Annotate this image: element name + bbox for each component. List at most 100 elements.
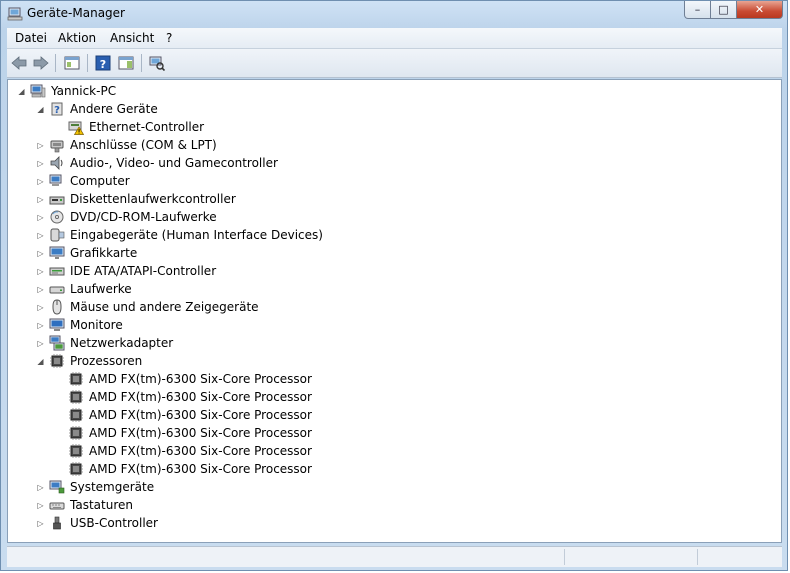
processor-icon <box>69 390 83 404</box>
forward-button[interactable] <box>32 54 50 72</box>
tree-item-label: AMD FX(tm)-6300 Six-Core Processor <box>89 390 312 404</box>
network-adapter-icon <box>49 335 65 351</box>
tree-device[interactable]: AMD FX(tm)-6300 Six-Core Processor <box>8 388 778 406</box>
tree-category[interactable]: ▷ USB-Controller <box>8 514 778 532</box>
tree-category[interactable]: ▷ Tastaturen <box>8 496 778 514</box>
back-button[interactable] <box>10 54 28 72</box>
tree-category[interactable]: ▷ Audio-, Video- und Gamecontroller <box>8 154 778 172</box>
back-arrow-icon <box>11 56 27 70</box>
tree-category[interactable]: ▷ DVD/CD-ROM-Laufwerke <box>8 208 778 226</box>
dvd-drive-icon <box>50 210 64 224</box>
svg-text:?: ? <box>54 105 60 116</box>
close-button[interactable]: ✕ <box>736 1 783 19</box>
expand-arrow-icon[interactable]: ▷ <box>36 231 45 240</box>
show-hide-console-tree-icon <box>64 56 80 70</box>
help-icon: ? <box>95 55 111 71</box>
device-tree[interactable]: ◢ Yannick-PC ◢? Andere Geräte Ethernet-Contr… <box>7 79 782 543</box>
maximize-button[interactable]: □ <box>710 1 737 19</box>
console-tree-button[interactable] <box>63 54 81 72</box>
tree-device[interactable]: AMD FX(tm)-6300 Six-Core Processor <box>8 442 778 460</box>
expand-arrow-icon[interactable]: ▷ <box>36 483 45 492</box>
unknown-device-icon: ? <box>51 102 63 116</box>
tree-item-label: Andere Geräte <box>70 102 158 116</box>
expand-arrow-icon[interactable]: ▷ <box>36 195 45 204</box>
processor-icon <box>69 426 83 440</box>
speaker-icon <box>50 156 63 170</box>
properties-button[interactable] <box>117 54 135 72</box>
tree-category[interactable]: ▷ Computer <box>8 172 778 190</box>
tree-category[interactable]: ▷ Laufwerke <box>8 280 778 298</box>
expand-arrow-icon[interactable]: ▷ <box>36 159 45 168</box>
tree-device[interactable]: AMD FX(tm)-6300 Six-Core Processor <box>8 460 778 478</box>
tree-category[interactable]: ▷ Netzwerkadapter <box>8 334 778 352</box>
disk-drive-icon <box>49 286 65 294</box>
tree-root-computer[interactable]: ◢ Yannick-PC <box>8 82 778 100</box>
menu-bar: Datei Aktion Ansicht ? <box>7 28 782 49</box>
ide-controller-icon <box>49 267 65 276</box>
tree-category[interactable]: ▷ Grafikkarte <box>8 244 778 262</box>
minimize-button[interactable]: – <box>684 1 711 19</box>
expand-arrow-icon[interactable]: ▷ <box>36 519 45 528</box>
tree-category[interactable]: ▷ IDE ATA/ATAPI-Controller <box>8 262 778 280</box>
menu-aktion[interactable]: Aktion <box>58 31 96 45</box>
warning-icon <box>68 121 84 135</box>
floppy-controller-icon <box>49 196 65 205</box>
minimize-icon: – <box>694 3 701 16</box>
tree-category[interactable]: ▷ Anschlüsse (COM & LPT) <box>8 136 778 154</box>
expand-arrow-icon[interactable]: ▷ <box>36 141 45 150</box>
expand-arrow-icon[interactable]: ▷ <box>36 339 45 348</box>
device-manager-app-icon <box>7 7 23 21</box>
expand-arrow-icon[interactable]: ▷ <box>36 501 45 510</box>
tree-device[interactable]: AMD FX(tm)-6300 Six-Core Processor <box>8 370 778 388</box>
tree-item-label: AMD FX(tm)-6300 Six-Core Processor <box>89 444 312 458</box>
scan-hardware-icon <box>149 56 165 71</box>
tree-item-label: Systemgeräte <box>70 480 155 494</box>
collapse-arrow-icon[interactable]: ◢ <box>17 87 26 96</box>
forward-arrow-icon <box>33 56 49 70</box>
toolbar-separator <box>55 54 56 72</box>
tree-item-label: Diskettenlaufwerkcontroller <box>70 192 236 206</box>
help-button[interactable]: ? <box>94 54 112 72</box>
expand-arrow-icon[interactable]: ▷ <box>36 267 45 276</box>
tree-item-label: IDE ATA/ATAPI-Controller <box>70 264 217 278</box>
tree-category[interactable]: ▷ Systemgeräte <box>8 478 778 496</box>
tree-item-label: AMD FX(tm)-6300 Six-Core Processor <box>89 372 312 386</box>
expand-arrow-icon[interactable]: ▷ <box>36 303 45 312</box>
tree-item-label: AMD FX(tm)-6300 Six-Core Processor <box>89 408 312 422</box>
tree-category[interactable]: ▷ Eingabegeräte (Human Interface Devices) <box>8 226 778 244</box>
tree-item-label: Audio-, Video- und Gamecontroller <box>70 156 278 170</box>
tree-device[interactable]: Ethernet-Controller <box>8 118 778 136</box>
collapse-arrow-icon[interactable]: ◢ <box>36 357 45 366</box>
tree-item-label: Eingabegeräte (Human Interface Devices) <box>70 228 323 242</box>
tree-item-label: Computer <box>70 174 130 188</box>
device-manager-window: Geräte-Manager – □ ✕ Datei Aktion Ansich… <box>0 0 788 571</box>
tree-category[interactable]: ▷ Diskettenlaufwerkcontroller <box>8 190 778 208</box>
expand-arrow-icon[interactable]: ▷ <box>36 321 45 330</box>
menu-ansicht[interactable]: Ansicht <box>110 31 154 45</box>
computer-icon <box>30 84 46 98</box>
collapse-arrow-icon[interactable]: ◢ <box>36 105 45 114</box>
tree-item-label: DVD/CD-ROM-Laufwerke <box>70 210 217 224</box>
scan-hardware-button[interactable] <box>148 54 166 72</box>
expand-arrow-icon[interactable]: ▷ <box>36 213 45 222</box>
tree-category[interactable]: ▷ Monitore <box>8 316 778 334</box>
tree-item-label: AMD FX(tm)-6300 Six-Core Processor <box>89 426 312 440</box>
processor-icon <box>69 408 83 422</box>
tree-category[interactable]: ◢ Prozessoren <box>8 352 778 370</box>
menu-help[interactable]: ? <box>166 31 172 45</box>
tree-item-label: Mäuse und andere Zeigegeräte <box>70 300 259 314</box>
expand-arrow-icon[interactable]: ▷ <box>36 285 45 294</box>
tree-category[interactable]: ◢? Andere Geräte <box>8 100 778 118</box>
tree-device[interactable]: AMD FX(tm)-6300 Six-Core Processor <box>8 424 778 442</box>
tree-device[interactable]: AMD FX(tm)-6300 Six-Core Processor <box>8 406 778 424</box>
tree-item-label: Tastaturen <box>70 498 133 512</box>
tree-category[interactable]: ▷ Mäuse und andere Zeigegeräte <box>8 298 778 316</box>
tree-item-label: Anschlüsse (COM & LPT) <box>70 138 217 152</box>
expand-arrow-icon[interactable]: ▷ <box>36 177 45 186</box>
menu-datei[interactable]: Datei <box>15 31 47 45</box>
properties-panel-icon <box>118 56 134 70</box>
hid-device-icon <box>50 228 65 242</box>
expand-arrow-icon[interactable]: ▷ <box>36 249 45 258</box>
tree-item-label: Ethernet-Controller <box>89 120 205 134</box>
title-bar[interactable]: Geräte-Manager – □ ✕ <box>1 1 787 27</box>
